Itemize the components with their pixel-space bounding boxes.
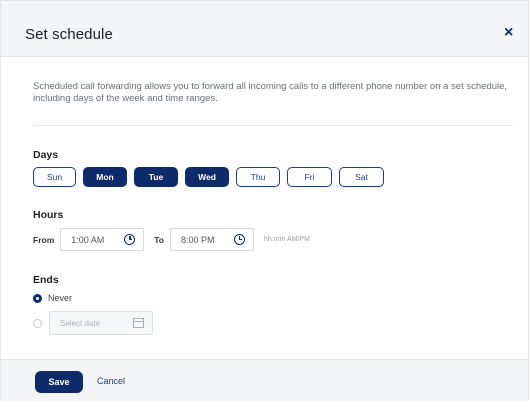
ends-date-option: Select date <box>33 311 153 335</box>
day-button-fri[interactable]: Fri <box>287 167 332 187</box>
day-button-wed[interactable]: Wed <box>185 167 229 187</box>
from-time-input[interactable]: 1:00 AM <box>60 228 145 251</box>
days-label: Days <box>33 149 59 161</box>
cancel-button[interactable]: Cancel <box>97 376 125 386</box>
hours-label: Hours <box>33 209 64 221</box>
date-placeholder: Select date <box>60 318 101 328</box>
to-label: To <box>154 234 165 245</box>
close-icon[interactable]: × <box>504 25 513 41</box>
divider <box>33 125 513 126</box>
ends-never-option[interactable]: Never <box>33 293 72 303</box>
to-time-input[interactable]: 8:00 PM <box>170 228 255 251</box>
day-button-tue[interactable]: Tue <box>134 167 178 187</box>
day-selector: Sun Mon Tue Wed Thu Fri Sat <box>33 167 384 187</box>
day-label: Sun <box>46 172 63 182</box>
time-format-hint: hh:mm AM/PM <box>264 236 310 243</box>
hours-row: From 1:00 AM To 8:00 PM hh:mm AM/PM <box>33 228 310 251</box>
day-label: Sat <box>355 172 368 182</box>
ends-label: Ends <box>33 274 59 286</box>
set-schedule-dialog: Set schedule × Scheduled call forwarding… <box>0 0 529 401</box>
day-button-sat[interactable]: Sat <box>339 167 384 187</box>
day-button-thu[interactable]: Thu <box>236 167 280 187</box>
day-label: Wed <box>198 172 216 182</box>
calendar-icon[interactable] <box>133 318 144 328</box>
day-button-sun[interactable]: Sun <box>33 167 76 187</box>
day-label: Mon <box>96 172 114 182</box>
clock-icon[interactable] <box>124 234 136 245</box>
day-label: Thu <box>250 172 266 182</box>
never-label: Never <box>48 293 73 303</box>
day-label: Fri <box>304 172 315 182</box>
dialog-title: Set schedule <box>25 26 113 43</box>
date-radio[interactable] <box>33 318 42 328</box>
day-label: Tue <box>148 172 164 182</box>
from-label: From <box>33 234 55 245</box>
never-radio[interactable] <box>33 293 42 303</box>
clock-icon[interactable] <box>234 234 246 245</box>
date-input[interactable]: Select date <box>49 311 153 335</box>
save-button[interactable]: Save <box>35 371 83 393</box>
day-button-mon[interactable]: Mon <box>83 167 127 187</box>
from-time-value: 1:00 AM <box>71 234 105 245</box>
to-time-value: 8:00 PM <box>181 234 215 245</box>
description-text: Scheduled call forwarding allows you to … <box>33 81 508 104</box>
